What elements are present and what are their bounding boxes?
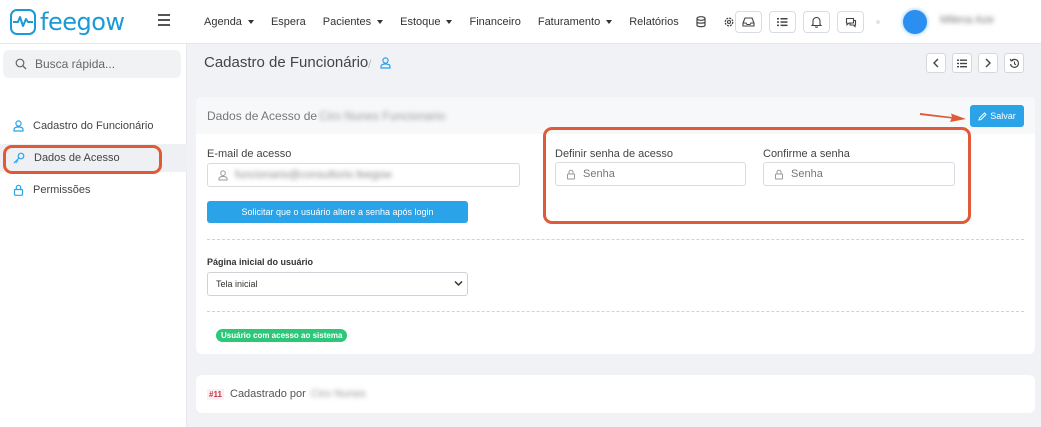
search-icon (15, 58, 27, 70)
chat-icon (845, 17, 856, 28)
header-buttons (926, 53, 1030, 73)
divider (207, 239, 1024, 240)
hamburger-menu-icon[interactable] (158, 14, 170, 26)
page-title: Cadastro de Funcionário (204, 54, 369, 71)
home-page-label: Página inicial do usuário (207, 257, 314, 267)
registered-by: Cadastrado por Ciro Nunes (230, 388, 366, 400)
chevron-left-icon (933, 58, 939, 68)
user-icon (218, 169, 228, 180)
user-icon (380, 57, 391, 72)
save-button[interactable]: Salvar (970, 105, 1024, 127)
caret-down-icon (446, 20, 453, 24)
home-page-value: Tela inicial (216, 279, 258, 289)
nav-pacientes[interactable]: Pacientes (323, 16, 384, 28)
caret-down-icon (247, 20, 254, 24)
list-icon (777, 18, 788, 27)
arrow-icon (920, 113, 966, 122)
status-badge: Usuário com acesso ao sistema (216, 329, 348, 342)
nav-espera[interactable]: Espera (271, 16, 306, 28)
email-label: E-mail de acesso (207, 148, 292, 160)
card-title: Dados de Acesso de Ciro Nunes Funcionario (207, 109, 446, 123)
divider-dot (876, 20, 880, 24)
chevron-right-icon (985, 58, 991, 68)
search-input[interactable]: Busca rápida... (3, 50, 181, 78)
home-page-select[interactable]: Tela inicial (207, 272, 468, 296)
sidebar-item-cadastro[interactable]: Cadastro do Funcionário (0, 112, 187, 140)
highlight-password-fields (543, 127, 971, 224)
gear-icon[interactable] (723, 16, 735, 28)
request-password-change-button[interactable]: Solicitar que o usuário altere a senha a… (207, 201, 468, 223)
bell-icon (811, 16, 822, 28)
email-value: funcionario@consultorio.feegow (235, 169, 392, 181)
top-action-buttons (735, 11, 871, 33)
breadcrumb-separator: / (368, 57, 372, 71)
sidebar-item-permissoes[interactable]: Permissões (0, 176, 187, 204)
history-icon (1009, 58, 1019, 68)
database-icon[interactable] (696, 16, 706, 28)
nav-financeiro[interactable]: Financeiro (469, 16, 520, 28)
list-view-button[interactable] (952, 53, 972, 73)
previous-button[interactable] (926, 53, 946, 73)
heartbeat-icon (10, 9, 36, 35)
chat-button[interactable] (837, 11, 864, 33)
sidebar-item-label: Cadastro do Funcionário (33, 120, 154, 132)
nav-agenda[interactable]: Agenda (204, 16, 254, 28)
page-header: Cadastro de Funcionário / (187, 44, 1041, 86)
brand-name: feegow (40, 8, 125, 36)
main-nav: Agenda Espera Pacientes Estoque Financei… (204, 0, 752, 44)
inbox-icon (742, 17, 755, 27)
caret-down-icon (606, 20, 613, 24)
divider (207, 311, 1024, 312)
sidebar-item-label: Permissões (33, 184, 91, 196)
chevron-down-icon (454, 280, 463, 287)
registration-info-card: #11 Cadastrado por Ciro Nunes (196, 375, 1035, 413)
next-button[interactable] (978, 53, 998, 73)
nav-faturamento[interactable]: Faturamento (538, 16, 613, 28)
nav-relatorios[interactable]: Relatórios (629, 16, 679, 28)
avatar[interactable] (903, 10, 927, 34)
history-button[interactable] (1004, 53, 1024, 73)
top-navbar: feegow Agenda Espera Pacientes Estoque F… (0, 0, 1041, 44)
search-placeholder: Busca rápida... (35, 57, 116, 71)
email-field[interactable]: funcionario@consultorio.feegow (207, 163, 520, 187)
nav-estoque[interactable]: Estoque (400, 16, 453, 28)
list-icon (957, 59, 967, 67)
registered-by-name: Ciro Nunes (310, 388, 366, 400)
lock-icon (13, 184, 24, 196)
caret-down-icon (377, 20, 384, 24)
brand-logo[interactable]: feegow (10, 9, 125, 35)
sidebar: Busca rápida... Cadastro do Funcionário … (0, 44, 187, 427)
user-name[interactable]: Milena Azevedo (940, 14, 994, 28)
highlight-dados-acesso (3, 145, 162, 174)
list-button[interactable] (769, 11, 796, 33)
inbox-button[interactable] (735, 11, 762, 33)
employee-name: Ciro Nunes Funcionario (319, 109, 446, 123)
record-id-badge: #11 (207, 389, 224, 400)
pencil-icon (978, 111, 987, 121)
user-icon (13, 120, 24, 132)
notifications-button[interactable] (803, 11, 830, 33)
